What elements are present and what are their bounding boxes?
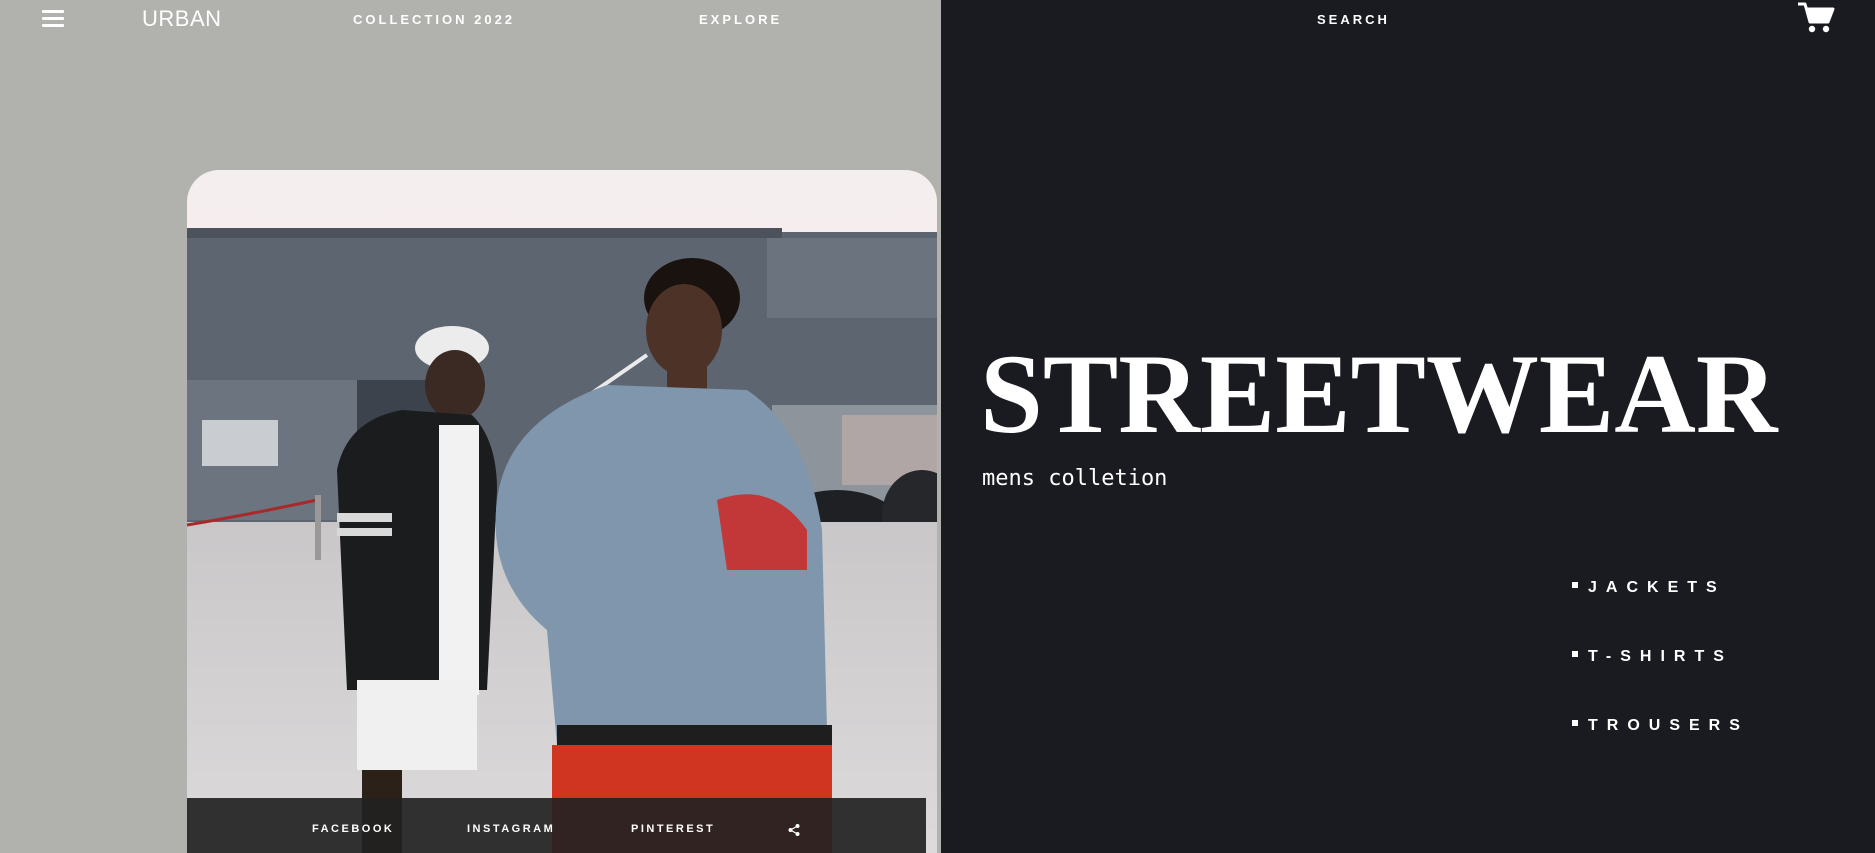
- category-label: JACKETS: [1588, 579, 1726, 596]
- bullet-icon: [1572, 581, 1578, 588]
- share-icon[interactable]: [788, 823, 800, 836]
- instagram-link[interactable]: INSTAGRAM: [467, 823, 555, 835]
- category-tshirts[interactable]: T-SHIRTS: [1572, 648, 1733, 666]
- social-bar: [187, 798, 926, 853]
- nav-explore-link[interactable]: EXPLORE: [699, 12, 782, 27]
- hero-subtitle: mens colletion: [982, 466, 1168, 491]
- pinterest-link[interactable]: PINTEREST: [631, 823, 715, 835]
- category-label: TROUSERS: [1588, 717, 1749, 734]
- category-label: T-SHIRTS: [1588, 648, 1733, 665]
- brand-logo[interactable]: URBAN: [142, 6, 222, 32]
- hero-title: STREETWEAR: [980, 332, 1778, 457]
- category-trousers[interactable]: TROUSERS: [1572, 717, 1749, 735]
- hero-photo: [187, 170, 937, 853]
- category-jackets[interactable]: JACKETS: [1572, 579, 1726, 597]
- bullet-icon: [1572, 650, 1578, 657]
- bullet-icon: [1572, 719, 1578, 726]
- nav-search-link[interactable]: SEARCH: [1317, 12, 1390, 27]
- hamburger-icon[interactable]: [42, 10, 64, 28]
- facebook-link[interactable]: FACEBOOK: [312, 823, 394, 835]
- cart-icon[interactable]: [1797, 0, 1835, 36]
- nav-collection-link[interactable]: COLLECTION 2022: [353, 12, 515, 27]
